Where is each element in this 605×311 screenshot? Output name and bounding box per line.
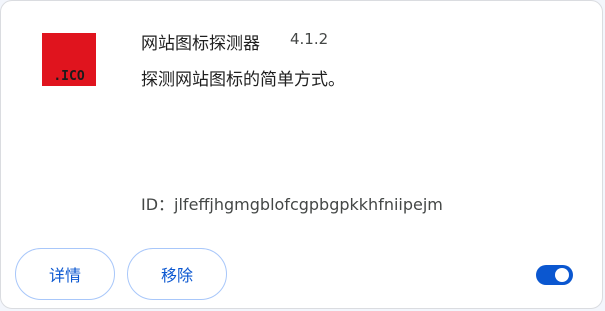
extension-description: 探测网站图标的简单方式。 <box>141 70 345 90</box>
extension-icon: .ICO <box>42 33 96 86</box>
enable-toggle[interactable] <box>536 265 573 285</box>
details-button[interactable]: 详情 <box>15 248 115 300</box>
extension-version: 4.1.2 <box>290 30 329 48</box>
remove-button[interactable]: 移除 <box>127 248 227 300</box>
extension-id: ID：jlfeffjhgmgblofcgpbgpkkhfniipejm <box>141 195 443 214</box>
extension-card: .ICO 网站图标探测器 4.1.2 探测网站图标的简单方式。 ID：jlfef… <box>0 0 603 309</box>
extension-icon-label: .ICO <box>53 69 85 84</box>
remove-button-label: 移除 <box>160 266 193 285</box>
toggle-knob <box>555 268 569 282</box>
details-button-label: 详情 <box>48 266 81 285</box>
extension-name: 网站图标探测器 <box>141 34 260 54</box>
